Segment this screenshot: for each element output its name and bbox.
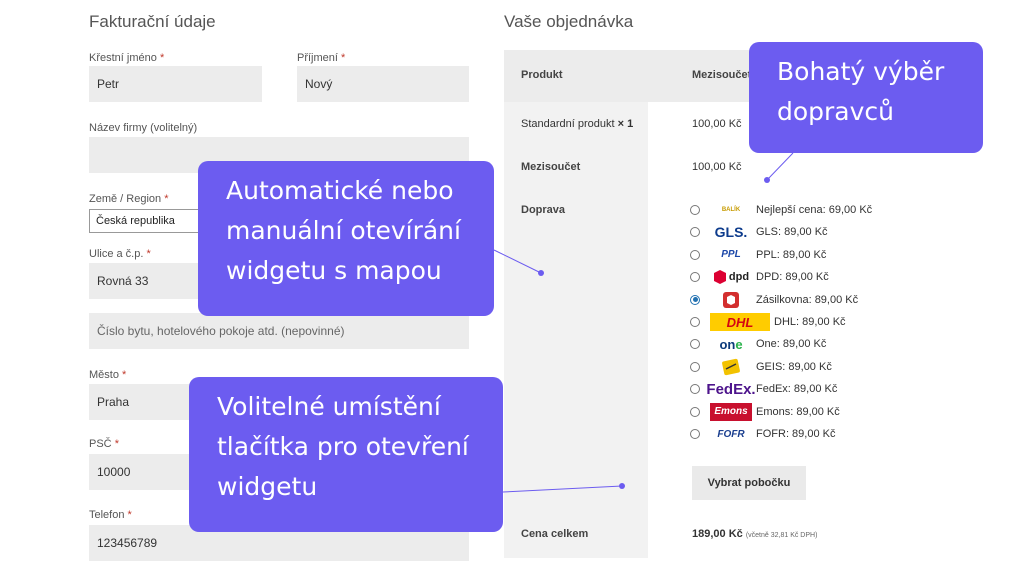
shipping-option-label: DHL: 89,00 Kč [774,316,846,328]
shipping-option-label: One: 89,00 Kč [756,338,827,351]
shipping-option[interactable]: FOFR FOFR: 89,00 Kč [690,424,835,444]
shipping-radio[interactable] [690,406,700,417]
shipping-option[interactable]: GLS. GLS: 89,00 Kč [690,222,828,242]
shipping-option-label: GLS: 89,00 Kč [756,226,828,239]
shipping-option-label: PPL: 89,00 Kč [756,248,827,261]
order-title: Vaše objednávka [504,12,634,31]
shipping-radio[interactable] [690,361,700,372]
product-name: Standardní produkt × 1 [521,118,634,130]
shipping-radio[interactable] [690,249,700,260]
billing-title: Fakturační údaje [89,12,216,31]
callout-widget-map: Automatické nebo manuální otevírání widg… [198,161,494,316]
zasilkovna-logo-icon [710,291,752,309]
fedex-logo-icon: FedEx. [706,380,756,398]
subtotal-label: Mezisoučet [521,161,581,173]
shipping-option[interactable]: DHL DHL: 89,00 Kč [690,312,846,332]
callout-button-position: Volitelné umístění tlačítka pro otevření… [189,377,503,532]
last-name-input[interactable]: Nový [297,66,469,102]
street-label: Ulice a č.p. * [89,248,151,260]
shipping-option[interactable]: Emons Emons: 89,00 Kč [690,402,840,422]
shipping-radio[interactable] [690,294,700,305]
first-name-input[interactable]: Petr [89,66,262,102]
shipping-radio[interactable] [690,227,700,238]
shipping-label: Doprava [521,204,566,216]
shipping-option-label: FedEx: 89,00 Kč [756,383,838,396]
phone-label: Telefon * [89,509,132,521]
company-label: Název firmy (volitelný) [89,122,198,134]
callout-carriers: Bohatý výběr dopravců [749,42,983,153]
shipping-radio[interactable] [690,272,700,283]
country-select[interactable]: Česká republika [89,209,201,233]
col-product: Produkt [521,69,563,81]
shipping-radio[interactable] [690,339,700,350]
pickup-point-button[interactable]: Vybrat pobočku [692,466,806,500]
shipping-radio[interactable] [690,205,700,215]
total-value: 189,00 Kč (včetně 32,81 Kč DPH) [692,528,818,540]
shipping-option[interactable]: BALÍK Nejlepší cena: 69,00 Kč [690,200,872,220]
dpd-logo-icon: dpd [710,268,752,286]
shipping-option[interactable]: PPL PPL: 89,00 Kč [690,245,826,265]
city-label: Město * [89,369,127,381]
total-label: Cena celkem [521,528,589,540]
fofr-logo-icon: FOFR [717,428,745,440]
country-label: Země / Region * [89,193,169,205]
shipping-option-label: FOFR: 89,00 Kč [756,428,836,440]
shipping-option-label: DPD: 89,00 Kč [756,271,829,284]
one-logo-icon: on e [719,336,743,352]
shipping-option[interactable]: on e One: 89,00 Kč [690,334,826,354]
geis-logo-icon [710,358,752,376]
shipping-option[interactable]: GEIS: 89,00 Kč [690,357,832,377]
product-price: 100,00 Kč [692,118,742,130]
shipping-option-label: Emons: 89,00 Kč [756,405,840,418]
zip-label: PSČ * [89,438,119,450]
shipping-option[interactable]: FedEx. FedEx: 89,00 Kč [690,379,837,399]
last-name-label: Příjmení * [297,52,346,64]
dhl-logo-icon: DHL [710,313,770,331]
subtotal-value: 100,00 Kč [692,161,742,173]
shipping-option-label: Nejlepší cena: 69,00 Kč [756,204,873,216]
balikobot-logo-icon: BALÍK [721,207,741,213]
shipping-option[interactable]: Zásilkovna: 89,00 Kč [690,290,858,310]
shipping-radio[interactable] [690,317,700,327]
first-name-label: Křestní jméno * [89,52,165,64]
ppl-logo-icon: PPL [721,249,741,261]
shipping-radio[interactable] [690,384,700,395]
shipping-radio[interactable] [690,429,700,439]
shipping-option-label: Zásilkovna: 89,00 Kč [756,293,859,306]
emons-logo-icon: Emons [710,402,752,421]
col-subtotal: Mezisoučet [692,69,752,81]
apartment-input[interactable]: Číslo bytu, hotelového pokoje atd. (nepo… [89,313,469,349]
shipping-option[interactable]: dpd DPD: 89,00 Kč [690,267,829,287]
shipping-option-label: GEIS: 89,00 Kč [756,360,832,373]
gls-logo-icon: GLS. [714,224,748,241]
